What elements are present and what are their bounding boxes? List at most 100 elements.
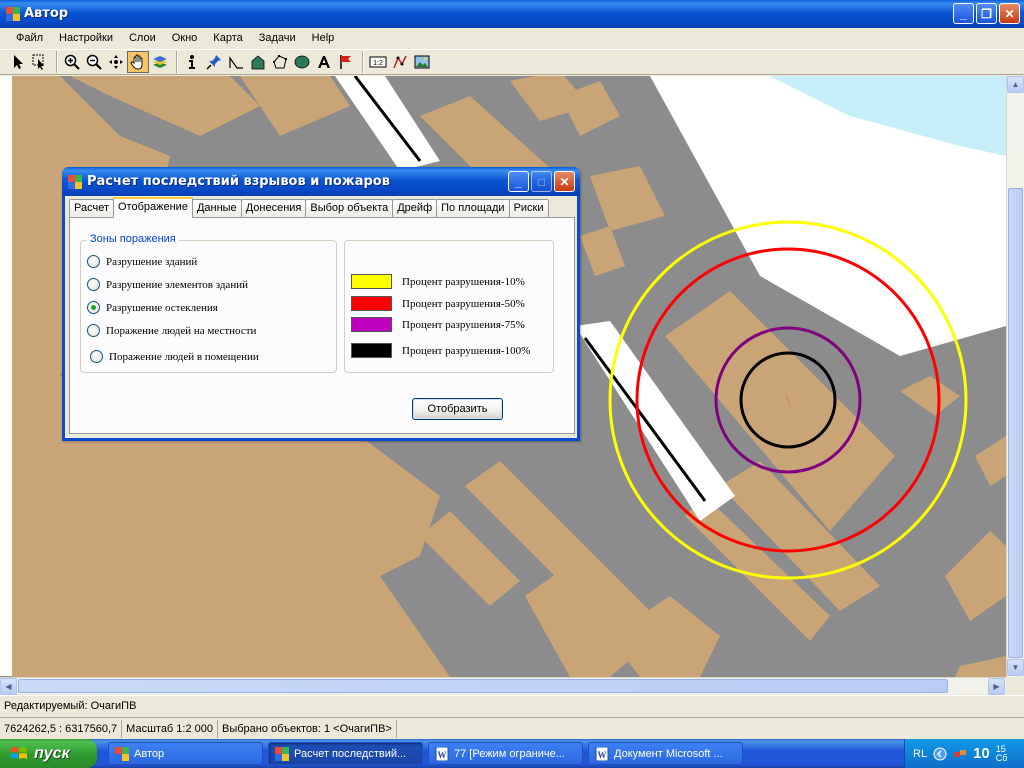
- app-icon: [6, 7, 20, 21]
- language-indicator[interactable]: RL: [913, 748, 927, 760]
- scroll-left-arrow-icon[interactable]: ◀: [0, 678, 17, 695]
- radio-label: Поражение людей на местности: [106, 324, 257, 337]
- legend-swatch: [351, 343, 392, 358]
- tray-expand-icon[interactable]: [933, 747, 947, 761]
- status-bar: 7624262,5 : 6317560,7 Масштаб 1:2 000 Вы…: [0, 717, 1024, 739]
- select-region-icon[interactable]: [29, 51, 51, 73]
- tab-drift[interactable]: Дрейф: [392, 199, 438, 217]
- svg-text:W: W: [598, 750, 607, 760]
- radio-building-destruction[interactable]: Разрушение зданий: [87, 255, 197, 268]
- radio-circle[interactable]: [87, 255, 100, 268]
- menu-window[interactable]: Окно: [164, 32, 206, 44]
- radio-label: Разрушение остекления: [106, 301, 218, 314]
- dialog-app-icon: [68, 175, 82, 189]
- info-icon[interactable]: [181, 51, 203, 73]
- image-icon[interactable]: [411, 51, 433, 73]
- vertical-scroll-thumb[interactable]: [1008, 188, 1023, 658]
- minimize-button[interactable]: _: [953, 3, 974, 24]
- main-title-bar[interactable]: Автор _ ❐ ✕: [0, 0, 1024, 28]
- task-word-doc-77[interactable]: W 77 [Режим ограниче...: [428, 742, 583, 765]
- windows-logo-icon: [11, 746, 27, 759]
- tab-object-select[interactable]: Выбор объекта: [305, 199, 394, 217]
- scroll-right-arrow-icon[interactable]: ▶: [988, 678, 1005, 695]
- scale-ruler-icon[interactable]: 1:2: [367, 51, 389, 73]
- vertical-scrollbar[interactable]: ▲ ▼: [1006, 76, 1024, 677]
- legend-row-100: Процент разрушения-100%: [351, 343, 530, 358]
- radio-people-outdoor[interactable]: Поражение людей на местности: [87, 324, 256, 337]
- clock-hour: 10: [973, 745, 990, 762]
- radio-people-indoor[interactable]: Поражение людей в помещении: [90, 350, 259, 363]
- task-label: 77 [Режим ограниче...: [454, 747, 565, 760]
- dialog-close-button[interactable]: ✕: [554, 171, 575, 192]
- calc-dialog: Расчет последствий взрывов и пожаров _ □…: [62, 167, 580, 441]
- maximize-button[interactable]: ❐: [976, 3, 997, 24]
- radio-building-elements[interactable]: Разрушение элементов зданий: [87, 278, 248, 291]
- legend-row-50: Процент разрушения-50%: [351, 296, 525, 311]
- menu-map[interactable]: Карта: [205, 32, 250, 44]
- horizontal-scrollbar[interactable]: ◀ ▶: [0, 677, 1006, 695]
- task-word-doc[interactable]: W Документ Microsoft ...: [588, 742, 743, 765]
- polyline-icon[interactable]: [225, 51, 247, 73]
- select-arrow-icon[interactable]: [7, 51, 29, 73]
- legend-swatch: [351, 274, 392, 289]
- layers-icon[interactable]: [149, 51, 171, 73]
- zones-group: Зоны поражения Разрушение зданий Разруше…: [80, 233, 337, 373]
- dialog-minimize-button[interactable]: _: [508, 171, 529, 192]
- menu-help[interactable]: Help: [304, 32, 343, 44]
- zoom-in-icon[interactable]: [61, 51, 83, 73]
- tab-calc[interactable]: Расчет: [69, 199, 114, 217]
- polygon-icon[interactable]: [247, 51, 269, 73]
- tab-risks[interactable]: Риски: [508, 199, 549, 217]
- legend-swatch: [351, 317, 392, 332]
- scroll-up-arrow-icon[interactable]: ▲: [1007, 76, 1024, 93]
- text-icon[interactable]: [313, 51, 335, 73]
- close-button[interactable]: ✕: [999, 3, 1020, 24]
- window-title: Автор: [24, 6, 69, 21]
- scroll-down-arrow-icon[interactable]: ▼: [1007, 659, 1024, 676]
- radio-label: Поражение людей в помещении: [109, 350, 259, 363]
- zones-group-title: Зоны поражения: [87, 233, 179, 245]
- start-label: пуск: [34, 744, 70, 762]
- radio-circle[interactable]: [90, 350, 103, 363]
- task-avtor[interactable]: Автор: [108, 742, 263, 765]
- network-tray-icon[interactable]: [953, 747, 967, 761]
- radio-circle[interactable]: [87, 324, 100, 337]
- dialog-maximize-button[interactable]: □: [531, 171, 552, 192]
- show-button[interactable]: Отобразить: [412, 398, 503, 420]
- tab-by-area[interactable]: По площади: [436, 199, 510, 217]
- start-button[interactable]: пуск: [0, 739, 97, 768]
- pin-icon[interactable]: [203, 51, 225, 73]
- menu-file[interactable]: Файл: [8, 32, 51, 44]
- legend-row-10: Процент разрушения-10%: [351, 274, 525, 289]
- zoom-out-icon[interactable]: [83, 51, 105, 73]
- menu-tasks[interactable]: Задачи: [251, 32, 304, 44]
- freeform-polygon-icon[interactable]: [269, 51, 291, 73]
- tab-display[interactable]: Отображение: [113, 197, 193, 218]
- task-label: Расчет последствий...: [294, 747, 407, 760]
- tab-reports[interactable]: Донесения: [240, 199, 307, 217]
- flag-icon[interactable]: [335, 51, 357, 73]
- menu-settings[interactable]: Настройки: [51, 32, 121, 44]
- word-document-icon: W: [435, 746, 449, 761]
- hand-icon[interactable]: [127, 51, 149, 73]
- word-document-icon: W: [595, 746, 609, 761]
- horizontal-scroll-thumb[interactable]: [18, 679, 948, 693]
- pan-move-icon[interactable]: [105, 51, 127, 73]
- radio-glazing-destruction[interactable]: Разрушение остекления: [87, 301, 218, 314]
- toolbar: 1:2: [0, 49, 1024, 75]
- task-calc-dialog[interactable]: Расчет последствий...: [268, 742, 423, 765]
- radio-label: Разрушение элементов зданий: [106, 278, 248, 291]
- status-coords: 7624262,5 : 6317560,7: [0, 719, 123, 738]
- ruler-text: 1:2: [373, 60, 383, 67]
- svg-text:W: W: [438, 750, 447, 760]
- display-tab-panel: Зоны поражения Разрушение зданий Разруше…: [69, 217, 575, 434]
- tab-data[interactable]: Данные: [191, 199, 242, 217]
- radio-circle[interactable]: [87, 278, 100, 291]
- menu-layers[interactable]: Слои: [121, 32, 164, 44]
- dialog-title-bar[interactable]: Расчет последствий взрывов и пожаров _ □…: [62, 167, 580, 196]
- query-icon[interactable]: [389, 51, 411, 73]
- task-label: Документ Microsoft ...: [614, 747, 723, 760]
- radio-circle-checked[interactable]: [87, 301, 100, 314]
- ellipse-icon[interactable]: [291, 51, 313, 73]
- map-edge: [0, 76, 12, 676]
